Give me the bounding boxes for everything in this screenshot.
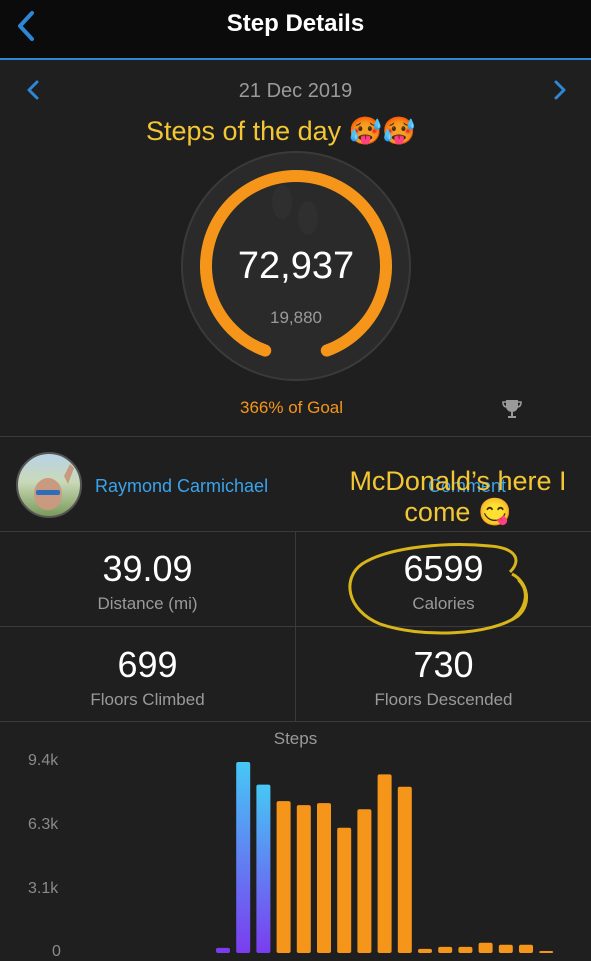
steps-bar [478,942,493,953]
distance-stat: 39.09 Distance (mi) [0,548,295,614]
floors-descended-stat: 730 Floors Descended [296,644,591,710]
stat-value: 699 [117,644,178,685]
steps-bar-chart [216,762,554,953]
goal-percent: 366% of Goal [240,398,344,417]
stat-value: 39.09 [102,548,193,589]
steps-bar [458,946,473,953]
steps-of-day-annotation: Steps of the day 🥵🥵 [146,116,416,146]
steps-bar [337,827,352,953]
steps-bar [317,803,331,953]
steps-bar [296,805,311,953]
user-name-link[interactable]: Raymond Carmichael [95,476,268,497]
step-count: 72,937 [237,245,355,287]
steps-bar [256,784,271,953]
steps-bar [519,944,533,953]
steps-bar [377,774,392,953]
stat-label: Floors Descended [374,690,513,709]
steps-bar [498,944,513,953]
selected-date: 21 Dec 2019 [238,80,353,102]
top-bar: Step Details [0,0,591,60]
steps-bar [539,950,554,953]
stat-label: Floors Climbed [90,690,205,709]
steps-bar [236,762,251,953]
steps-bar [418,948,432,953]
user-avatar[interactable] [16,452,82,518]
page-title: Step Details [226,10,365,37]
trophy-icon [502,400,522,418]
steps-bar [357,809,372,953]
stat-value: 730 [413,644,474,685]
floors-climbed-stat: 699 Floors Climbed [0,644,295,710]
handdrawn-circle-annotation [348,543,528,635]
divider [295,532,296,721]
divider [0,721,591,722]
mcdonalds-annotation: McDonald’s here I come 😋 [349,466,567,528]
next-day-chevron-icon[interactable] [547,78,571,102]
steps-bar [438,946,453,953]
step-goal: 19,880 [270,308,322,327]
divider [0,436,591,437]
steps-bar [276,801,291,953]
stat-label: Distance (mi) [97,594,198,613]
steps-bar [216,947,230,953]
steps-bar [397,786,412,953]
